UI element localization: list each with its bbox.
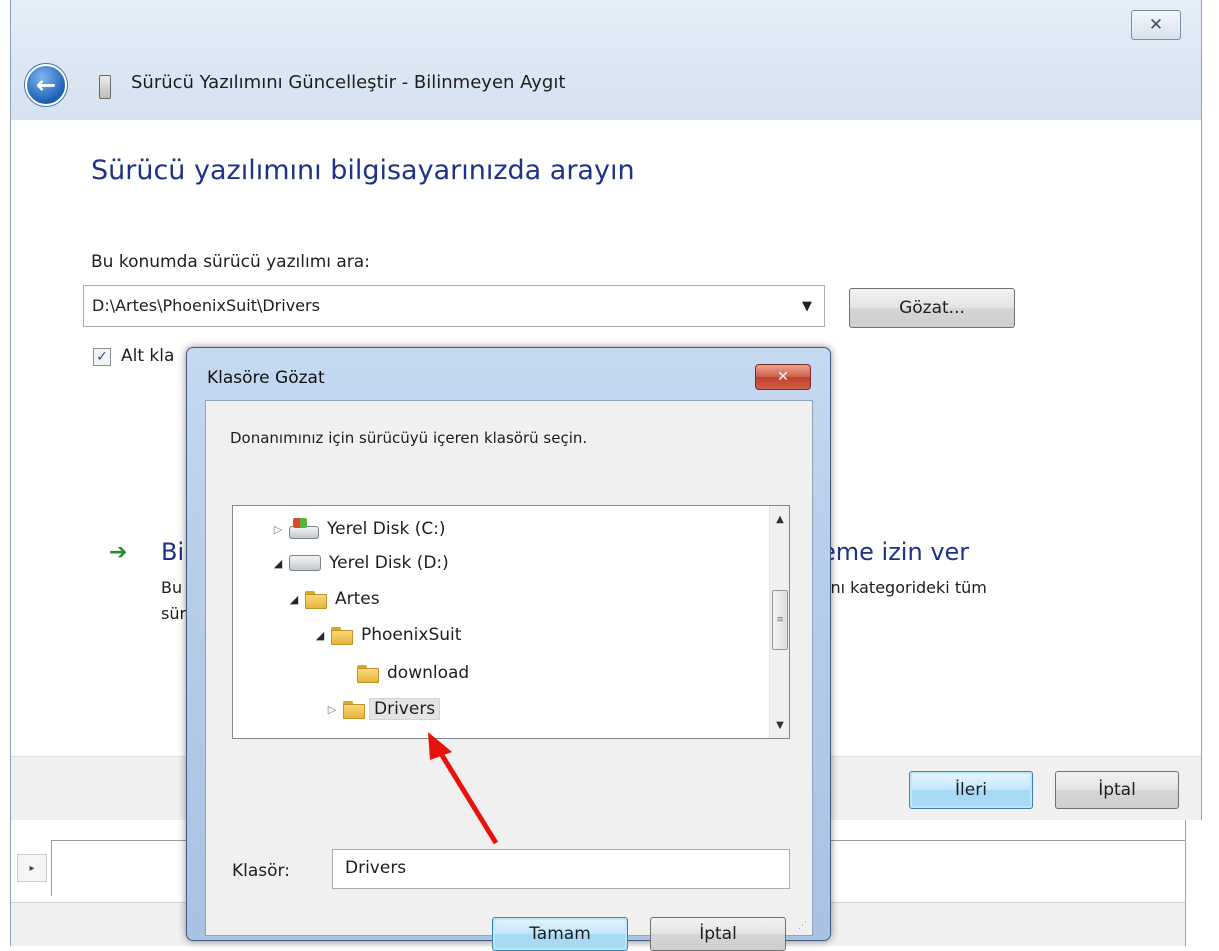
windows-drive-icon: [289, 518, 319, 540]
search-path-value: D:\Artes\PhoenixSuit\Drivers: [92, 296, 320, 315]
wizard-cancel-button[interactable]: İptal: [1055, 771, 1179, 809]
include-subfolders-checkbox[interactable]: ✓: [93, 348, 111, 366]
green-arrow-icon: ➔: [109, 540, 128, 565]
dialog-instruction: Donanımınız için sürücüyü içeren klasörü…: [230, 429, 588, 447]
folder-icon: [331, 625, 353, 645]
folder-icon: [343, 699, 365, 719]
wizard-close-button[interactable]: ✕: [1131, 10, 1181, 40]
tree-item-label: Yerel Disk (C:): [327, 519, 446, 539]
tree-item-phoenixsuit[interactable]: ◢ PhoenixSuit: [313, 618, 461, 652]
browse-for-folder-dialog: Klasöre Gözat ✕ Donanımınız için sürücüy…: [186, 347, 831, 951]
expand-arrow-icon[interactable]: ▷: [325, 703, 339, 716]
folder-icon: [305, 589, 327, 609]
back-arrow-icon: ←: [35, 71, 57, 99]
wizard-title: Sürücü Yazılımını Güncelleştir - Bilinme…: [131, 72, 566, 93]
resize-grip-icon[interactable]: ⋰: [798, 921, 810, 933]
dialog-title: Klasöre Gözat: [207, 368, 325, 388]
pick-from-list-option-title-end[interactable]: eme izin ver: [821, 538, 969, 566]
folder-name-input[interactable]: Drivers: [332, 849, 790, 889]
option-description-end: ynı kategorideki tüm: [821, 578, 987, 597]
folder-label: Klasör:: [232, 861, 290, 881]
collapse-arrow-icon[interactable]: ◢: [313, 629, 327, 642]
tree-item-drivers[interactable]: ▷ Drivers: [325, 692, 441, 726]
folder-name-value: Drivers: [345, 858, 407, 878]
tree-item-label: Artes: [335, 589, 380, 609]
page-heading: Sürücü yazılımını bilgisayarınızda arayı…: [91, 155, 635, 186]
tree-item-label: PhoenixSuit: [361, 625, 462, 645]
tree-item-label: Yerel Disk (D:): [329, 553, 449, 573]
dialog-close-button[interactable]: ✕: [755, 364, 811, 390]
tree-item-label: Drivers: [369, 698, 441, 720]
search-location-label: Bu konumda sürücü yazılımı ara:: [91, 252, 370, 272]
scroll-down-button[interactable]: ▼: [770, 712, 789, 738]
chevron-down-icon[interactable]: ▼: [790, 286, 824, 326]
wizard-title-bar: ✕ ← Sürücü Yazılımını Güncelleştir - Bil…: [11, 0, 1201, 120]
expand-arrow-icon[interactable]: ▸: [17, 854, 47, 882]
collapse-arrow-icon[interactable]: ◢: [287, 593, 301, 606]
folder-tree[interactable]: ▷ Yerel Disk (C:) ◢ Yerel Disk (D:) ◢ Artes ◢ P…: [232, 505, 790, 739]
back-button[interactable]: ←: [25, 64, 67, 106]
drive-icon: [289, 555, 321, 571]
dialog-body: Donanımınız için sürücüyü içeren klasörü…: [205, 400, 813, 951]
next-button[interactable]: İleri: [909, 771, 1033, 809]
tree-item-artes[interactable]: ◢ Artes: [287, 582, 380, 616]
tree-item-download[interactable]: download: [339, 656, 469, 690]
collapse-arrow-icon[interactable]: ◢: [271, 557, 285, 570]
option-description: Bu: [161, 578, 183, 597]
tree-item-yerel-disk-d[interactable]: ◢ Yerel Disk (D:): [271, 546, 449, 580]
device-icon: [99, 75, 111, 99]
option-description-line2: sür: [161, 604, 187, 623]
tree-item-yerel-disk-c[interactable]: ▷ Yerel Disk (C:): [271, 512, 446, 546]
folder-icon: [357, 663, 379, 683]
tree-item-label: download: [387, 663, 470, 683]
tree-scrollbar[interactable]: ▲ ≡ ▼: [769, 506, 789, 738]
close-icon: ✕: [777, 369, 789, 385]
browse-button[interactable]: Gözat...: [849, 288, 1015, 328]
search-path-combobox[interactable]: D:\Artes\PhoenixSuit\Drivers ▼: [83, 285, 825, 327]
pick-from-list-option-title[interactable]: Bi: [161, 538, 184, 566]
expand-arrow-icon[interactable]: ▷: [271, 523, 285, 536]
scroll-thumb[interactable]: ≡: [772, 590, 788, 650]
scroll-up-button[interactable]: ▲: [770, 506, 789, 532]
close-icon: ✕: [1148, 15, 1164, 35]
include-subfolders-label: Alt kla: [121, 346, 175, 366]
